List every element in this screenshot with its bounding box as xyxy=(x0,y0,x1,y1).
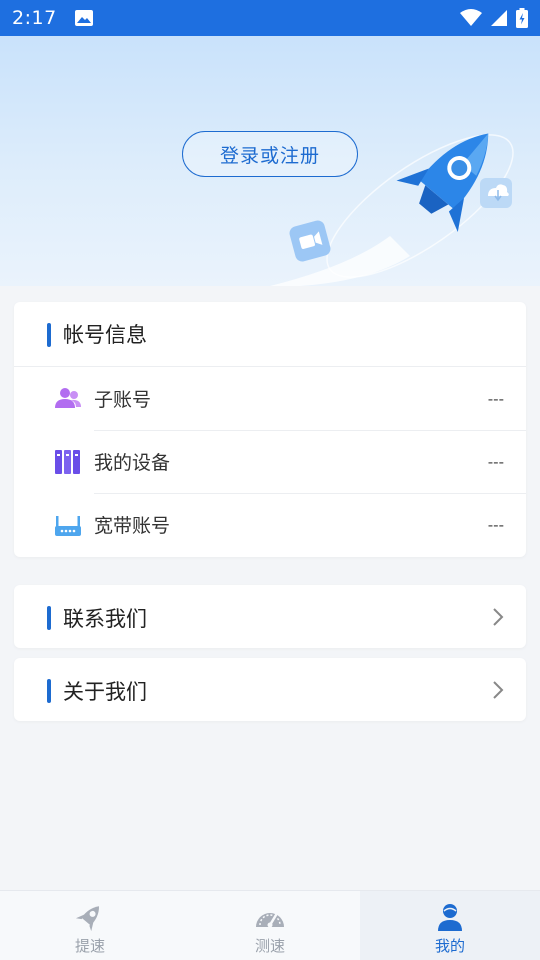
rocket-illustration xyxy=(270,133,514,286)
status-time: 2:17 xyxy=(12,7,57,29)
rocket-icon xyxy=(75,906,99,932)
section-accent-bar xyxy=(47,606,51,630)
profile-icon xyxy=(438,904,462,931)
image-icon xyxy=(74,10,93,26)
sub-account-row[interactable]: 子账号 --- xyxy=(14,367,526,430)
section-accent-bar xyxy=(47,679,51,703)
tab-mine[interactable]: 我的 xyxy=(360,891,540,960)
tab-speedup-label: 提速 xyxy=(74,937,105,955)
my-devices-row[interactable]: 我的设备 --- xyxy=(14,430,526,493)
broadband-account-row[interactable]: 宽带账号 --- xyxy=(14,493,526,556)
contact-us-title: 联系我们 xyxy=(63,606,147,631)
wifi-icon xyxy=(460,9,482,26)
contact-section-header: 联系我们 xyxy=(14,585,526,650)
account-section-header: 帐号信息 xyxy=(14,302,526,367)
contact-us-card[interactable]: 联系我们 xyxy=(14,585,526,648)
my-devices-label: 我的设备 xyxy=(94,452,171,474)
signal-icon xyxy=(491,10,507,26)
about-section-header: 关于我们 xyxy=(14,658,526,723)
sub-account-value: --- xyxy=(487,389,504,408)
battery-icon xyxy=(516,8,528,28)
account-section-title: 帐号信息 xyxy=(63,323,147,347)
section-accent-bar xyxy=(47,323,51,347)
sub-account-label: 子账号 xyxy=(94,389,152,411)
chevron-right-icon xyxy=(493,681,504,699)
broadband-account-value: --- xyxy=(487,515,504,534)
speedometer-icon xyxy=(256,913,284,928)
tab-speedtest[interactable]: 测速 xyxy=(180,891,360,960)
status-bar: 2:17 xyxy=(0,0,540,36)
devices-icon xyxy=(55,450,80,474)
about-us-card[interactable]: 关于我们 xyxy=(14,658,526,721)
status-indicators xyxy=(460,8,528,28)
tab-speedup[interactable]: 提速 xyxy=(0,891,180,960)
account-info-card: 帐号信息 子账号 --- 我的设备 --- 宽带账号 --- xyxy=(14,302,526,557)
hero-banner: 登录或注册 xyxy=(0,36,540,286)
my-devices-value: --- xyxy=(487,452,504,471)
about-us-title: 关于我们 xyxy=(63,679,147,704)
tab-mine-label: 我的 xyxy=(434,937,465,955)
users-icon xyxy=(55,388,81,408)
tab-speedtest-label: 测速 xyxy=(254,937,285,955)
broadband-account-label: 宽带账号 xyxy=(94,515,171,537)
router-icon xyxy=(55,516,81,536)
bottom-tab-bar: 提速 测速 我的 xyxy=(0,890,540,960)
chevron-right-icon xyxy=(493,608,504,626)
